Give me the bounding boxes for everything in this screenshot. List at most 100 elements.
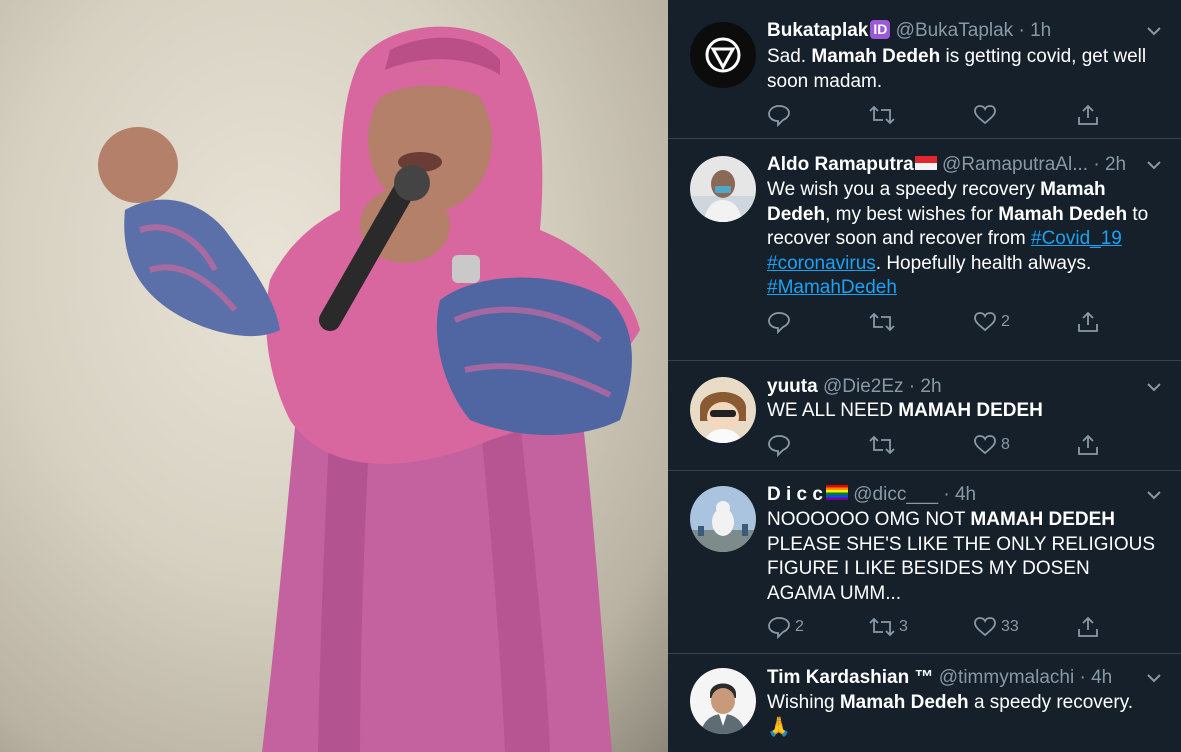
tweet-item[interactable]: Aldo Ramaputra @RamaputraAl... · 2h We w… xyxy=(668,139,1181,361)
avatar[interactable] xyxy=(690,486,756,552)
text-highlight: Mamah Dedeh xyxy=(998,203,1128,225)
text-segment: a speedy recovery. xyxy=(968,692,1134,713)
avatar[interactable] xyxy=(690,22,756,88)
tweet-actions xyxy=(767,103,1107,127)
like-count: 33 xyxy=(1001,618,1019,635)
retweet-count: 3 xyxy=(899,618,908,635)
display-name[interactable]: D i c c xyxy=(767,484,823,505)
like-button[interactable] xyxy=(973,103,997,127)
chevron-down-icon[interactable] xyxy=(1145,486,1163,504)
share-button[interactable] xyxy=(1076,433,1100,457)
text-highlight: Mamah Dedeh xyxy=(839,692,969,713)
tweet-feed: Bukataplak ID @BukaTaplak · 1h Sad. Mamah… xyxy=(668,0,1181,752)
chevron-down-icon[interactable] xyxy=(1145,378,1163,396)
text-segment: . Hopefully health always. xyxy=(875,252,1092,274)
separator: · xyxy=(1013,20,1031,41)
share-button[interactable] xyxy=(1076,615,1100,639)
like-icon xyxy=(974,617,996,637)
tweet-item[interactable]: Bukataplak ID @BukaTaplak · 1h Sad. Mamah… xyxy=(668,0,1181,139)
share-button[interactable] xyxy=(1076,103,1100,127)
separator: · xyxy=(938,484,955,505)
avatar[interactable] xyxy=(690,668,756,734)
user-handle[interactable]: @Die2Ez xyxy=(823,376,904,397)
reply-count: 2 xyxy=(795,618,804,635)
display-name[interactable]: Bukataplak xyxy=(767,20,868,41)
tweet-time[interactable]: 2h xyxy=(1105,154,1126,175)
like-icon xyxy=(974,435,996,455)
like-count: 2 xyxy=(1001,313,1010,330)
speaker-illustration xyxy=(98,26,640,752)
reply-button[interactable] xyxy=(767,433,791,457)
display-name[interactable]: Aldo Ramaputra xyxy=(767,154,914,175)
text-segment: NOOOOOO OMG NOT xyxy=(767,509,971,530)
text-highlight: MAMAH DEDEH xyxy=(970,509,1115,530)
retweet-icon xyxy=(869,617,895,637)
bukataplak-logo-icon xyxy=(690,22,756,88)
reply-button[interactable] xyxy=(767,103,791,127)
like-button[interactable]: 8 xyxy=(973,433,1010,457)
tweet-time[interactable]: 2h xyxy=(920,376,941,397)
reply-icon xyxy=(768,312,790,334)
tweet-text: WE ALL NEED MAMAH DEDEH xyxy=(767,399,1159,424)
tweet-header: yuuta @Die2Ez · 2h xyxy=(767,375,1141,399)
avatar[interactable] xyxy=(690,156,756,222)
reply-icon xyxy=(768,435,790,457)
separator: · xyxy=(1074,667,1092,688)
chevron-down-icon[interactable] xyxy=(1145,22,1163,40)
display-name[interactable]: yuuta xyxy=(767,376,818,397)
avatar[interactable] xyxy=(690,377,756,443)
tweet-time[interactable]: 4h xyxy=(1091,667,1112,688)
indonesia-flag-icon xyxy=(914,156,937,170)
separator: · xyxy=(1088,154,1105,175)
retweet-button[interactable] xyxy=(869,310,895,334)
tweet-text: NOOOOOO OMG NOT MAMAH DEDEH PLEASE SHE'S… xyxy=(767,508,1159,606)
tweet-item[interactable]: Tim Kardashian ™ @timmymalachi · 4h Wish… xyxy=(668,654,1181,752)
reply-icon xyxy=(768,105,790,127)
tweet-item[interactable]: D i c c @dicc___ · 4h NOOOOOO OMG NOT MA… xyxy=(668,471,1181,654)
retweet-button[interactable] xyxy=(869,103,895,127)
profile-photo xyxy=(690,486,756,552)
chevron-down-icon[interactable] xyxy=(1145,669,1163,687)
rainbow-flag-icon xyxy=(825,485,848,500)
text-segment: Wishing xyxy=(767,692,840,713)
tweet-text: Sad. Mamah Dedeh is getting covid, get w… xyxy=(767,45,1159,94)
user-handle[interactable]: @RamaputraAl... xyxy=(942,154,1088,175)
text-segment: We wish you a speedy recovery xyxy=(767,179,1041,200)
text-segment: PLEASE SHE'S LIKE THE ONLY RELIGIOUS FIG… xyxy=(767,533,1155,604)
hashtag-link[interactable]: #coronavirus xyxy=(767,253,876,274)
user-handle[interactable]: @timmymalachi xyxy=(939,667,1074,688)
share-icon xyxy=(1078,616,1098,637)
hashtag-link[interactable]: #MamahDedeh xyxy=(767,277,897,298)
retweet-button[interactable] xyxy=(869,433,895,457)
separator: · xyxy=(903,376,921,397)
like-icon xyxy=(974,312,996,332)
tweet-text: We wish you a speedy recovery Mamah Dede… xyxy=(767,178,1159,301)
hashtag-link[interactable]: #Covid_19 xyxy=(1031,228,1122,249)
chevron-down-icon[interactable] xyxy=(1145,156,1163,174)
reply-icon xyxy=(768,617,790,639)
like-count: 8 xyxy=(1001,436,1010,453)
retweet-icon xyxy=(869,312,895,332)
user-handle[interactable]: @dicc___ xyxy=(853,484,938,505)
tweet-item[interactable]: yuuta @Die2Ez · 2h WE ALL NEED MAMAH DED… xyxy=(668,361,1181,471)
user-handle[interactable]: @BukaTaplak xyxy=(896,20,1014,41)
share-icon xyxy=(1078,104,1098,125)
reply-button[interactable] xyxy=(767,310,791,334)
text-highlight: MAMAH DEDEH xyxy=(898,400,1043,421)
tweet-time[interactable]: 1h xyxy=(1030,20,1051,41)
display-name[interactable]: Tim Kardashian ™ xyxy=(767,667,933,688)
tweet-actions: 2 xyxy=(767,310,1107,334)
tweet-header: D i c c @dicc___ · 4h xyxy=(767,483,1141,507)
text-highlight: Mamah Dedeh xyxy=(811,46,941,67)
like-button[interactable]: 33 xyxy=(973,615,1019,639)
tweet-time[interactable]: 4h xyxy=(955,484,976,505)
profile-photo xyxy=(690,668,756,734)
praying-hands-emoji: 🙏 xyxy=(767,716,791,738)
text-segment: Sad. xyxy=(767,46,812,67)
retweet-button[interactable]: 3 xyxy=(869,615,908,639)
reply-button[interactable]: 2 xyxy=(767,615,804,639)
tweet-header: Aldo Ramaputra @RamaputraAl... · 2h xyxy=(767,153,1141,177)
share-button[interactable] xyxy=(1076,310,1100,334)
like-button[interactable]: 2 xyxy=(973,310,1010,334)
tweet-text: Wishing Mamah Dedeh a speedy recovery. 🙏 xyxy=(767,691,1159,740)
